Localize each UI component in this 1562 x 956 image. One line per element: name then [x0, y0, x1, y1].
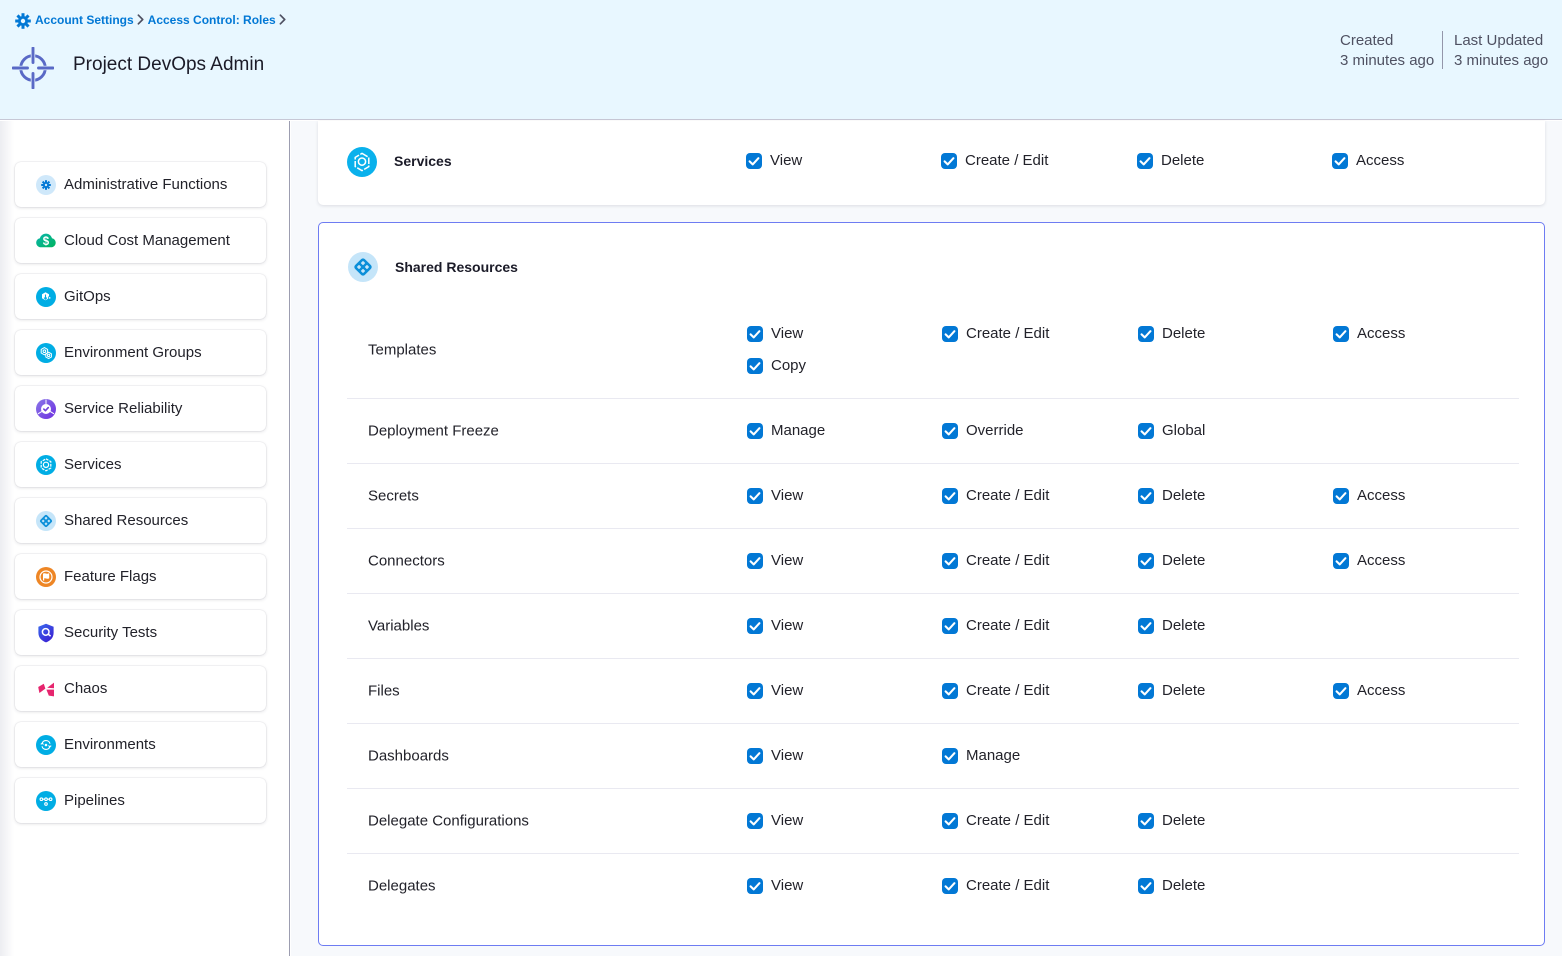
svg-text:$: $	[43, 236, 50, 248]
